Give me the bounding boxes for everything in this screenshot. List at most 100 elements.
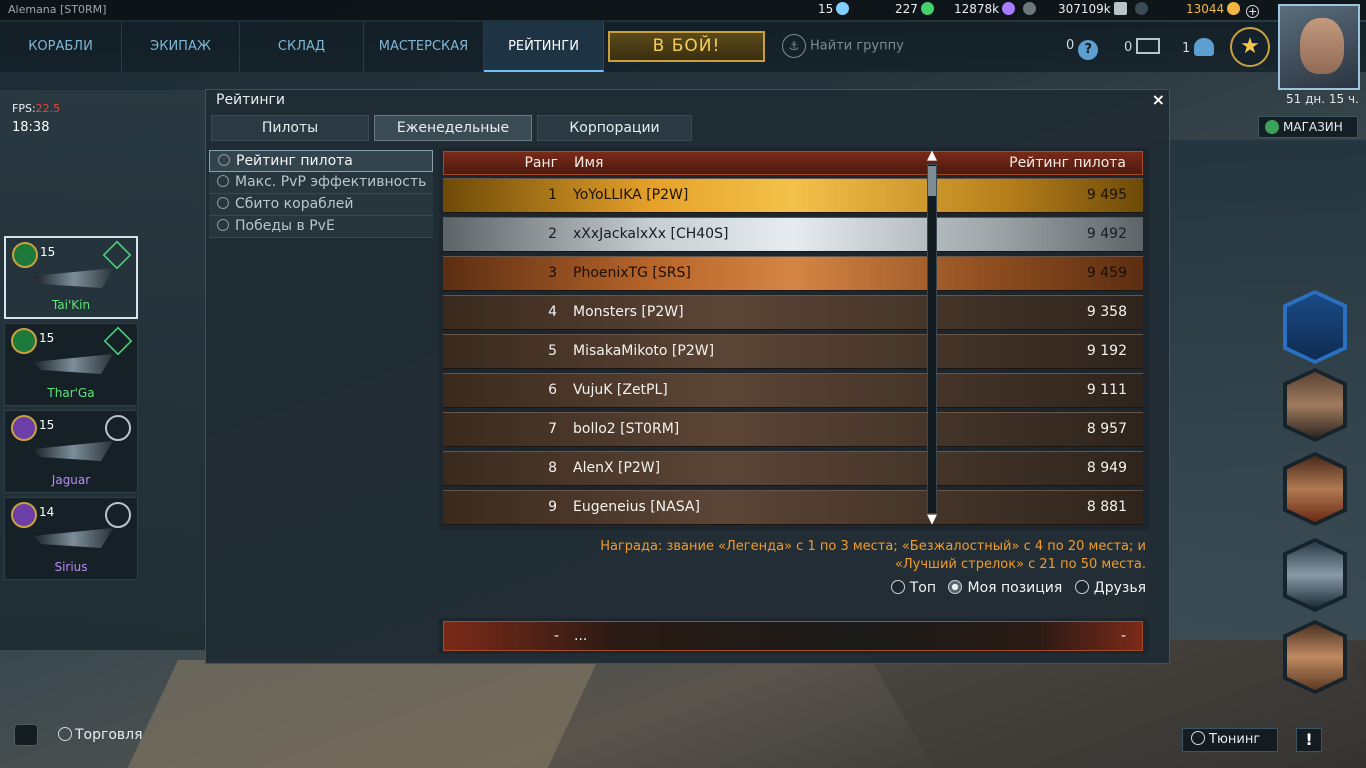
- row-score: 8 957: [1086, 421, 1127, 437]
- close-icon[interactable]: ×: [1152, 90, 1165, 109]
- avatar-face: [1300, 18, 1344, 74]
- crew-portrait[interactable]: [1283, 368, 1347, 442]
- ratings-table: Ранг Имя Рейтинг пилота 1 YoYoLLIKA [P2W]…: [439, 148, 1149, 530]
- row-name: VujuK [ZetPL]: [573, 382, 668, 398]
- ship-card[interactable]: 14 Sirius: [4, 497, 138, 580]
- rank-badge-icon: [11, 502, 37, 528]
- row-rank: 1: [548, 187, 557, 203]
- resource-value: 13044: [1186, 2, 1225, 16]
- alien-icon: [217, 219, 229, 231]
- tab-workshop[interactable]: МАСТЕРСКАЯ: [364, 22, 484, 72]
- scroll-down-icon[interactable]: ▼: [924, 512, 940, 527]
- row-rank: 6: [548, 382, 557, 398]
- fight-button[interactable]: В БОЙ!: [608, 31, 765, 62]
- filter-label: Топ: [909, 580, 937, 596]
- resource-credits[interactable]: 307109k: [1058, 2, 1148, 16]
- tuning-button[interactable]: Тюнинг: [1182, 728, 1278, 752]
- scroll-thumb[interactable]: [928, 166, 936, 196]
- ship-image: [34, 268, 114, 288]
- trade-label: Торговля: [75, 727, 143, 743]
- find-group-button[interactable]: ⚓ Найти группу: [782, 34, 904, 60]
- table-row[interactable]: 7 bollo2 [ST0RM] 8 957: [443, 412, 1143, 447]
- ship-card[interactable]: 15 Jaguar: [4, 410, 138, 493]
- mail-icon: [1136, 38, 1161, 54]
- tab-ratings[interactable]: РЕЙТИНГИ: [484, 22, 604, 72]
- category-pilot-rating[interactable]: Рейтинг пилота: [209, 150, 433, 172]
- tab-ships[interactable]: КОРАБЛИ: [0, 22, 122, 72]
- tuning-label: Тюнинг: [1209, 732, 1261, 747]
- leaf-icon: [920, 2, 934, 15]
- trade-button[interactable]: Торговля: [58, 727, 143, 743]
- chat-button[interactable]: [14, 724, 38, 746]
- alert-button[interactable]: !: [1296, 728, 1322, 752]
- row-score: 8 881: [1086, 499, 1127, 515]
- pilot-avatar[interactable]: [1278, 4, 1360, 90]
- subtab-weekly[interactable]: Еженедельные: [374, 115, 532, 141]
- ship-list: 15 Tai'Kin 15 Thar'Ga 15 Jaguar 14 Siriu…: [4, 236, 140, 584]
- ship-name: Tai'Kin: [51, 298, 91, 312]
- my-name: ...: [574, 628, 588, 644]
- table-row[interactable]: 6 VujuK [ZetPL] 9 111: [443, 373, 1143, 408]
- crew-portrait[interactable]: [1283, 538, 1347, 612]
- shop-button[interactable]: МАГАЗИН: [1258, 116, 1358, 138]
- subtab-pilots[interactable]: Пилоты: [211, 115, 369, 141]
- my-position-panel: - ... -: [439, 618, 1149, 654]
- tab-crew[interactable]: ЭКИПАЖ: [122, 22, 240, 72]
- filter-my-position-radio[interactable]: Моя позиция: [948, 580, 1062, 596]
- category-ships-destroyed[interactable]: Сбито кораблей: [209, 194, 433, 216]
- crew-portrait[interactable]: [1283, 620, 1347, 694]
- subtab-corporations[interactable]: Корпорации: [537, 115, 692, 141]
- category-label: Сбито кораблей: [235, 196, 354, 212]
- row-rank: 3: [548, 265, 557, 281]
- my-rank: -: [554, 628, 560, 644]
- mail-button[interactable]: 0: [1124, 38, 1161, 55]
- ship-card[interactable]: 15 Thar'Ga: [4, 323, 138, 406]
- row-name: AlenX [P2W]: [573, 460, 661, 476]
- row-rank: 9: [548, 499, 557, 515]
- window-title: Рейтинги: [216, 92, 286, 108]
- table-row[interactable]: 9 Eugeneius [NASA] 8 881: [443, 490, 1143, 525]
- player-name: Alemana [ST0RM]: [8, 3, 107, 16]
- table-row[interactable]: 5 MisakaMikoto [P2W] 9 192: [443, 334, 1143, 369]
- scroll-up-icon[interactable]: ▲: [924, 148, 940, 163]
- row-name: PhoenixTG [SRS]: [573, 265, 691, 281]
- clock: 18:38: [12, 120, 50, 135]
- category-max-pvp[interactable]: Макс. PvP эффективность: [209, 172, 433, 194]
- wrench-icon: [1191, 731, 1205, 745]
- friends-button[interactable]: 1: [1182, 38, 1215, 56]
- globe-icon: [105, 502, 131, 528]
- add-gold-icon[interactable]: +: [1246, 5, 1260, 18]
- table-row[interactable]: 4 Monsters [P2W] 9 358: [443, 295, 1143, 330]
- table-row[interactable]: 1 YoYoLLIKA [P2W] 9 495: [443, 178, 1143, 213]
- column-score[interactable]: Рейтинг пилота: [1009, 155, 1126, 171]
- filter-friends-radio[interactable]: Друзья: [1074, 580, 1146, 596]
- ship-name: Jaguar: [51, 473, 91, 487]
- table-row[interactable]: 3 PhoenixTG [SRS] 9 459: [443, 256, 1143, 291]
- my-position-row[interactable]: - ... -: [443, 621, 1143, 651]
- crew-slot-empty[interactable]: [1283, 290, 1347, 364]
- rank-star-icon[interactable]: ★: [1230, 27, 1270, 67]
- ship-level: 15: [39, 418, 55, 432]
- fps-value: 22.5: [35, 102, 61, 115]
- category-pve-wins[interactable]: Победы в PvE: [209, 216, 433, 238]
- table-scrollbar[interactable]: ▲ ▼: [924, 148, 940, 530]
- crystal-icon: [836, 2, 850, 15]
- help-button[interactable]: 0?: [1066, 38, 1099, 60]
- role-icon: [102, 240, 132, 270]
- row-rank: 7: [548, 421, 557, 437]
- resource-gold[interactable]: 13044 +: [1186, 2, 1260, 18]
- ship-card[interactable]: 15 Tai'Kin: [4, 236, 138, 319]
- resource-leaf[interactable]: 227: [895, 2, 934, 16]
- table-row[interactable]: 8 AlenX [P2W] 8 949: [443, 451, 1143, 486]
- resource-monocrystals[interactable]: 12878k: [954, 2, 1037, 16]
- row-name: xXxJackalxXx [CH40S]: [573, 226, 729, 242]
- tab-storage[interactable]: СКЛАД: [240, 22, 364, 72]
- scroll-track[interactable]: [927, 164, 937, 514]
- column-name[interactable]: Имя: [574, 155, 603, 171]
- resource-crystals[interactable]: 15: [818, 2, 850, 16]
- crew-portrait[interactable]: [1283, 452, 1347, 526]
- table-row[interactable]: 2 xXxJackalxXx [CH40S] 9 492: [443, 217, 1143, 252]
- filter-top-radio[interactable]: Топ: [890, 580, 937, 596]
- column-rank[interactable]: Ранг: [524, 155, 558, 171]
- skull-icon: [217, 197, 229, 209]
